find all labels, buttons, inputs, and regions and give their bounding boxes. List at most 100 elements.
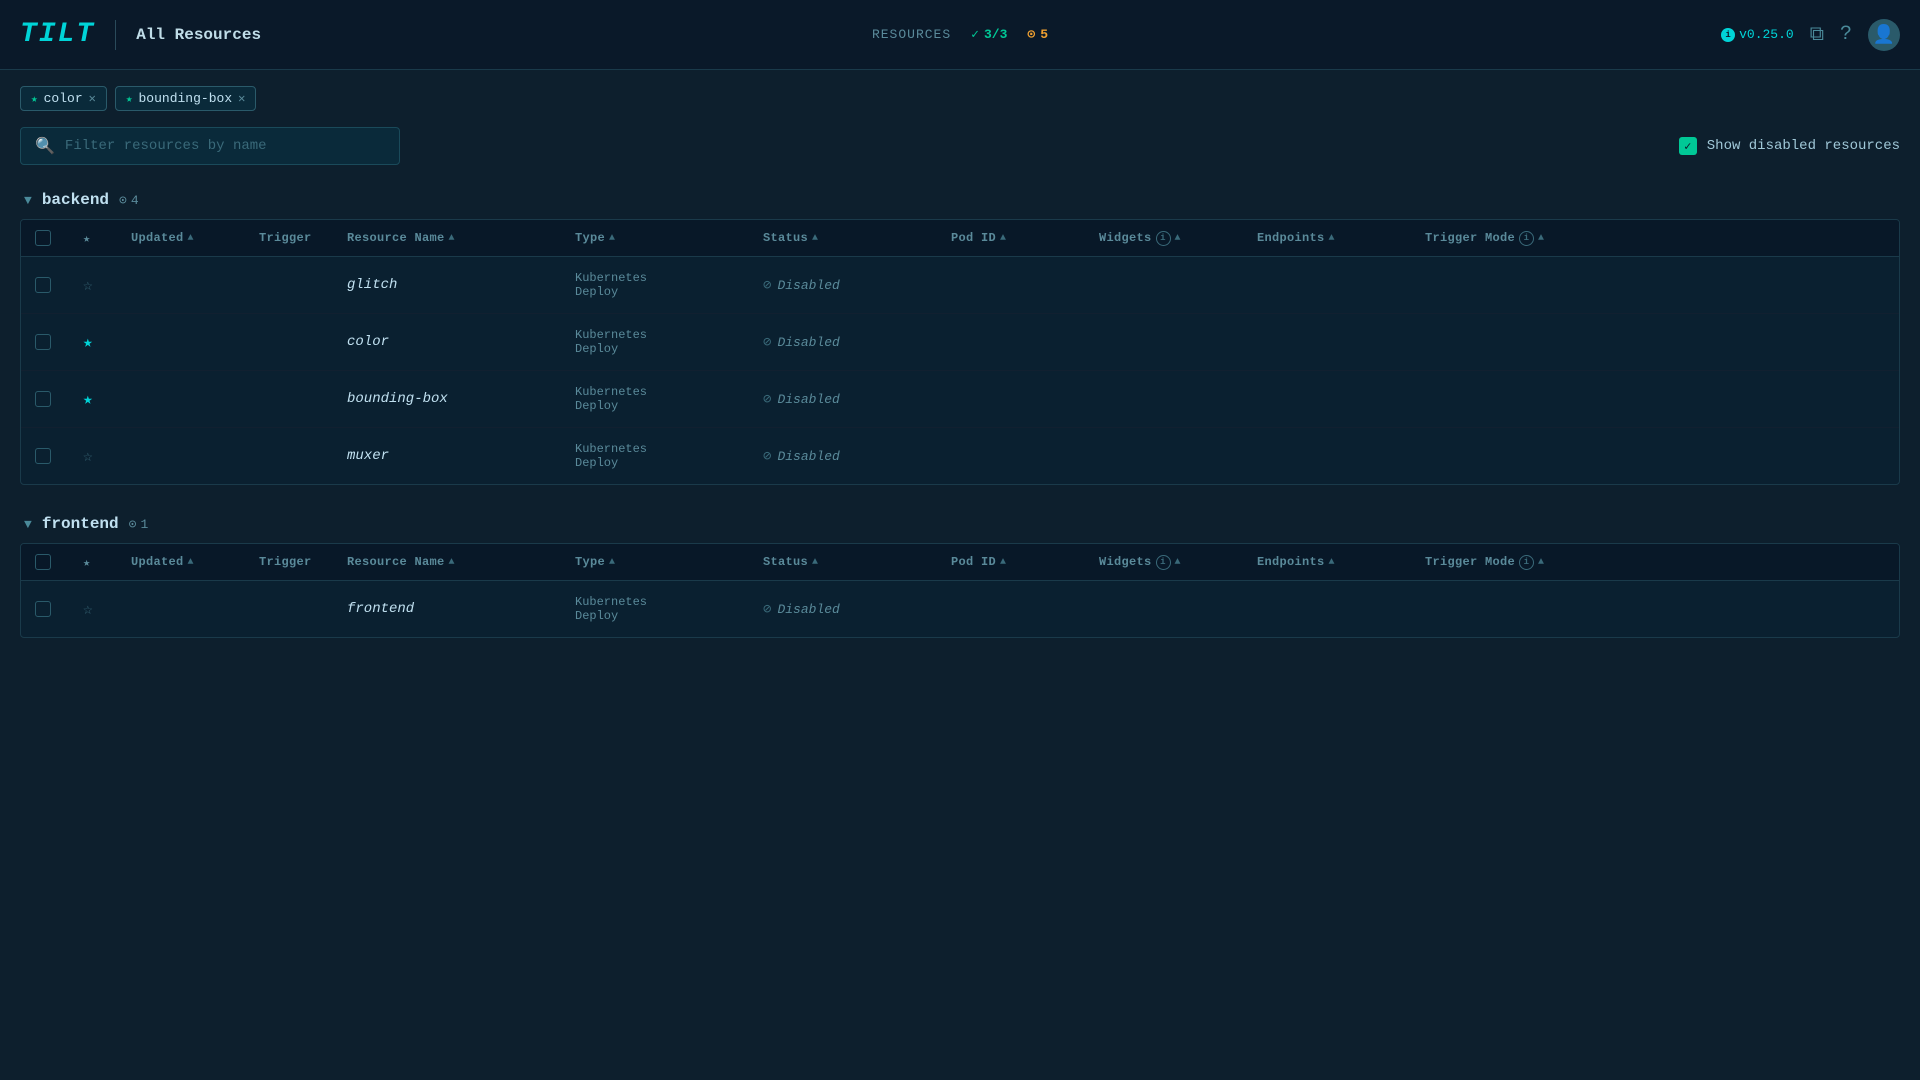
th-trigger-mode[interactable]: Trigger Mode i ▲ xyxy=(1425,231,1885,246)
widgets-info-icon[interactable]: i xyxy=(1156,231,1171,246)
row-resource-name[interactable]: glitch xyxy=(347,277,567,293)
row-resource-name[interactable]: bounding-box xyxy=(347,391,567,407)
filter-tag-bounding-box[interactable]: ★ bounding-box ✕ xyxy=(115,86,256,111)
row-resource-name[interactable]: muxer xyxy=(347,448,567,464)
filter-tag-color-label: color xyxy=(44,91,83,106)
backend-table-header: ★ Updated ▲ Trigger Resource Name ▲ Type… xyxy=(21,220,1899,257)
row-star[interactable]: ☆ xyxy=(83,275,123,295)
widgets-info-icon-f[interactable]: i xyxy=(1156,555,1171,570)
sort-icon-pod: ▲ xyxy=(1000,233,1006,244)
th-trigger-f[interactable]: Trigger xyxy=(259,555,339,569)
th-resource-name-f[interactable]: Resource Name ▲ xyxy=(347,555,567,569)
search-box[interactable]: 🔍 xyxy=(20,127,400,165)
row-checkbox[interactable] xyxy=(35,277,75,293)
row-star[interactable]: ☆ xyxy=(83,599,123,619)
th-type[interactable]: Type ▲ xyxy=(575,231,755,245)
star-icon: ★ xyxy=(31,92,38,106)
th-trigger-mode-f[interactable]: Trigger Mode i ▲ xyxy=(1425,555,1885,570)
select-all-checkbox[interactable] xyxy=(35,230,51,246)
row-resource-name[interactable]: frontend xyxy=(347,601,567,617)
th-star-f[interactable]: ★ xyxy=(83,555,123,570)
th-type-f[interactable]: Type ▲ xyxy=(575,555,755,569)
star-icon-2: ★ xyxy=(126,92,133,106)
th-endpoints-f[interactable]: Endpoints ▲ xyxy=(1257,555,1417,569)
close-icon-2[interactable]: ✕ xyxy=(238,91,245,106)
th-updated-f[interactable]: Updated ▲ xyxy=(131,555,251,569)
table-row[interactable]: ☆ frontend KubernetesDeploy ⊘ Disabled xyxy=(21,581,1899,637)
th-pod-id[interactable]: Pod ID ▲ xyxy=(951,231,1091,245)
frontend-table: ★ Updated ▲ Trigger Resource Name ▲ Type… xyxy=(20,543,1900,638)
resources-warning-badge: ⊙ 5 xyxy=(1027,27,1048,42)
th-status[interactable]: Status ▲ xyxy=(763,231,943,245)
row-status: ⊘ Disabled xyxy=(763,601,943,618)
clock-small-icon-2: ⊙ xyxy=(129,517,137,532)
search-input[interactable] xyxy=(65,138,385,154)
row-type: KubernetesDeploy xyxy=(575,328,755,356)
show-disabled-toggle[interactable]: ✓ Show disabled resources xyxy=(1679,137,1900,155)
copy-icon[interactable]: ⧉ xyxy=(1810,23,1824,47)
th-resource-name[interactable]: Resource Name ▲ xyxy=(347,231,567,245)
row-star[interactable]: ★ xyxy=(83,332,123,352)
version-badge[interactable]: i v0.25.0 xyxy=(1721,27,1794,42)
row-status: ⊘ Disabled xyxy=(763,448,943,465)
th-star[interactable]: ★ xyxy=(83,231,123,246)
sort-icon-pod-f: ▲ xyxy=(1000,557,1006,568)
th-updated[interactable]: Updated ▲ xyxy=(131,231,251,245)
group-frontend-name: frontend xyxy=(42,515,119,533)
group-backend-header[interactable]: ▼ backend ⊙ 4 xyxy=(20,185,1900,215)
show-disabled-label: Show disabled resources xyxy=(1707,138,1900,154)
trigger-mode-info-icon[interactable]: i xyxy=(1519,231,1534,246)
th-endpoints[interactable]: Endpoints ▲ xyxy=(1257,231,1417,245)
th-widgets[interactable]: Widgets i ▲ xyxy=(1099,231,1249,246)
row-checkbox[interactable] xyxy=(35,391,75,407)
resources-label: RESOURCES xyxy=(872,27,951,42)
th-status-f[interactable]: Status ▲ xyxy=(763,555,943,569)
row-type: KubernetesDeploy xyxy=(575,271,755,299)
sort-icon-widgets-f: ▲ xyxy=(1175,557,1181,568)
sort-icon-status: ▲ xyxy=(812,233,818,244)
th-widgets-f[interactable]: Widgets i ▲ xyxy=(1099,555,1249,570)
filter-tag-color[interactable]: ★ color ✕ xyxy=(20,86,107,111)
disabled-icon: ⊘ xyxy=(763,391,771,408)
row-checkbox[interactable] xyxy=(35,448,75,464)
content: ★ color ✕ ★ bounding-box ✕ 🔍 ✓ Show disa… xyxy=(0,70,1920,678)
table-row[interactable]: ★ bounding-box KubernetesDeploy ⊘ Disabl… xyxy=(21,371,1899,428)
group-frontend-header[interactable]: ▼ frontend ⊙ 1 xyxy=(20,509,1900,539)
th-pod-id-f[interactable]: Pod ID ▲ xyxy=(951,555,1091,569)
sort-icon-name: ▲ xyxy=(449,233,455,244)
sort-icon-widgets: ▲ xyxy=(1175,233,1181,244)
version-text: v0.25.0 xyxy=(1739,27,1794,42)
select-all-checkbox-f[interactable] xyxy=(35,554,51,570)
disabled-icon: ⊘ xyxy=(763,448,771,465)
clock-icon: ⊙ xyxy=(1027,27,1035,42)
avatar[interactable]: 👤 xyxy=(1868,19,1900,51)
chevron-down-icon-2: ▼ xyxy=(24,517,32,532)
th-trigger[interactable]: Trigger xyxy=(259,231,339,245)
th-checkbox[interactable] xyxy=(35,230,75,246)
trigger-mode-info-icon-f[interactable]: i xyxy=(1519,555,1534,570)
backend-table: ★ Updated ▲ Trigger Resource Name ▲ Type… xyxy=(20,219,1900,485)
table-row[interactable]: ☆ muxer KubernetesDeploy ⊘ Disabled xyxy=(21,428,1899,484)
header: TILT All Resources RESOURCES ✓ 3/3 ⊙ 5 i… xyxy=(0,0,1920,70)
show-disabled-checkbox[interactable]: ✓ xyxy=(1679,137,1697,155)
sort-icon-endpoints-f: ▲ xyxy=(1329,557,1335,568)
row-star[interactable]: ☆ xyxy=(83,446,123,466)
th-checkbox-f[interactable] xyxy=(35,554,75,570)
filter-tags: ★ color ✕ ★ bounding-box ✕ xyxy=(20,86,1900,111)
group-frontend: ▼ frontend ⊙ 1 ★ Updated ▲ Trigger xyxy=(20,509,1900,638)
help-icon[interactable]: ? xyxy=(1840,23,1852,46)
row-checkbox[interactable] xyxy=(35,601,75,617)
row-star[interactable]: ★ xyxy=(83,389,123,409)
close-icon[interactable]: ✕ xyxy=(89,91,96,106)
row-checkbox[interactable] xyxy=(35,334,75,350)
row-type: KubernetesDeploy xyxy=(575,595,755,623)
disabled-icon: ⊘ xyxy=(763,334,771,351)
frontend-table-header: ★ Updated ▲ Trigger Resource Name ▲ Type… xyxy=(21,544,1899,581)
table-row[interactable]: ☆ glitch KubernetesDeploy ⊘ Disabled xyxy=(21,257,1899,314)
check-icon: ✓ xyxy=(971,27,979,42)
group-backend-name: backend xyxy=(42,191,109,209)
row-resource-name[interactable]: color xyxy=(347,334,567,350)
sort-icon-endpoints: ▲ xyxy=(1329,233,1335,244)
table-row[interactable]: ★ color KubernetesDeploy ⊘ Disabled xyxy=(21,314,1899,371)
group-backend-count: ⊙ 4 xyxy=(119,193,139,208)
